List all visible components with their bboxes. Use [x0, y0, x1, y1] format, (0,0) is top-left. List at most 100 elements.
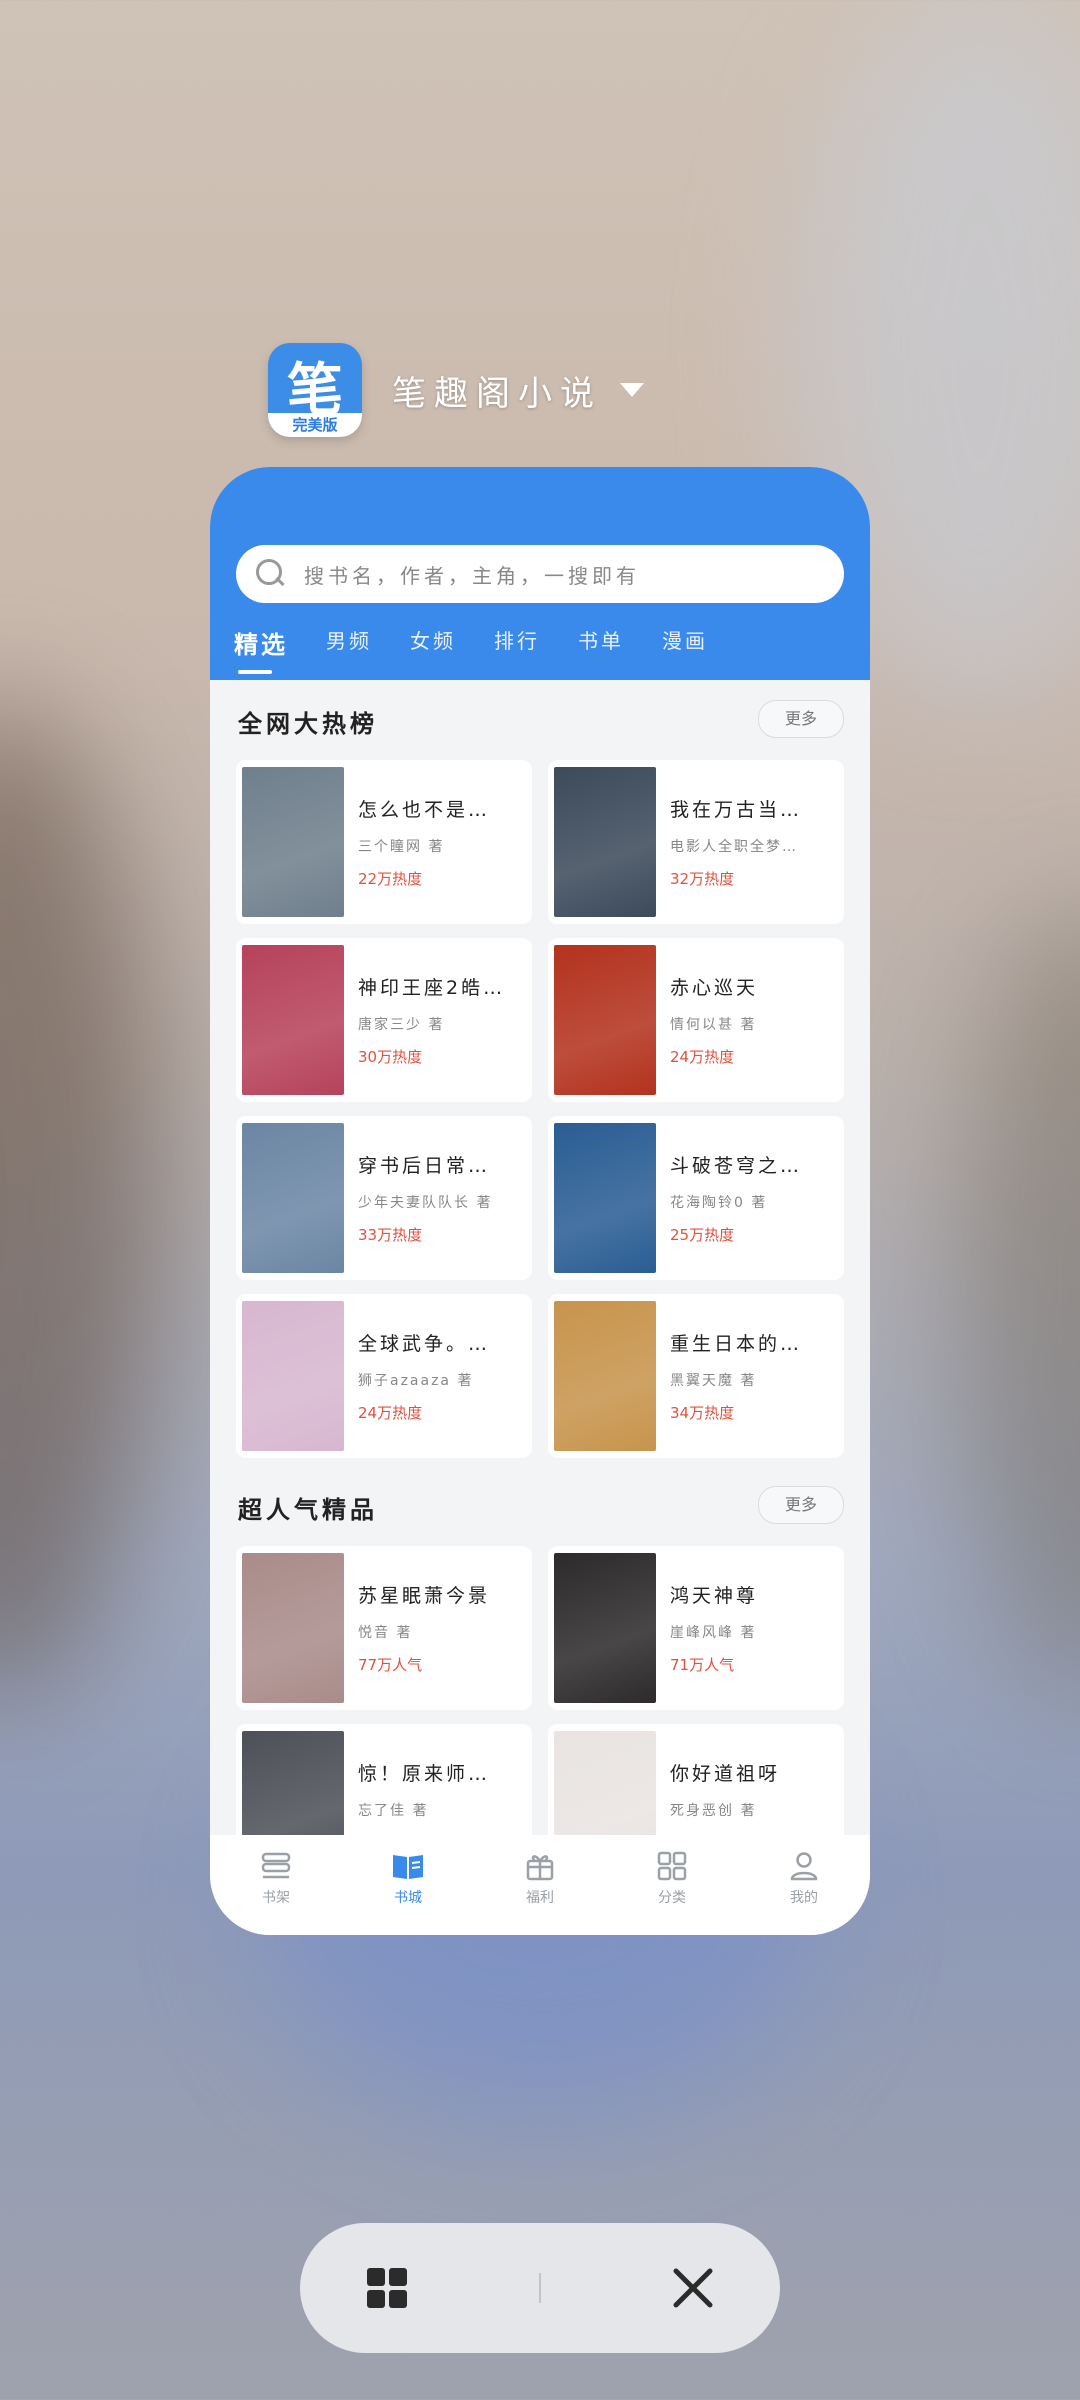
book-cover	[242, 945, 344, 1095]
book-card[interactable]: 全球武争。… 狮子azaaza 著 24万热度	[236, 1294, 532, 1458]
book-author: 电影人全职全梦…	[670, 839, 798, 855]
book-card[interactable]: 怎么也不是… 三个瞳网 著 22万热度	[236, 760, 532, 924]
book-author: 悦音 著	[358, 1625, 413, 1641]
book-grid: 怎么也不是… 三个瞳网 著 22万热度 我在万古当… 电影人全职全梦… 32万热度神印王座…	[210, 760, 870, 1458]
section-popular: 超人气精品 更多 苏星眠萧今景悦音 著 77万人气 鸿天神尊崖峰风峰 著 71万人气惊…	[210, 1466, 870, 1888]
tab-ranking[interactable]: 排行	[494, 625, 540, 660]
book-heat: 32万热度	[670, 870, 735, 888]
tab-comics[interactable]: 漫画	[662, 625, 708, 660]
book-title: 我在万古当…	[670, 799, 803, 821]
card-header: 搜书名，作者，主角，一搜即有 精选 男频 女频 排行 书单 漫画	[210, 467, 870, 680]
book-cover	[242, 1301, 344, 1451]
book-author: 狮子azaaza 著	[358, 1373, 474, 1389]
book-cover	[554, 1123, 656, 1273]
nav-label: 书架	[262, 1890, 290, 1906]
gift-icon	[526, 1855, 554, 1881]
nav-category[interactable]: 分类	[627, 1851, 717, 1907]
search-icon	[256, 559, 286, 589]
more-button[interactable]: 更多	[758, 700, 844, 738]
book-info: 鸿天神尊崖峰风峰 著 71万人气	[670, 1581, 758, 1675]
book-card[interactable]: 重生日本的… 黑翼天魔 著 34万热度	[548, 1294, 844, 1458]
app-name: 笔趣阁小说	[392, 373, 602, 414]
book-info: 穿书后日常… 少年夫妻队队长 著 33万热度	[358, 1151, 492, 1245]
book-cover	[242, 767, 344, 917]
book-heat: 77万人气	[358, 1656, 423, 1674]
dock-separator	[539, 2273, 541, 2303]
book-cover	[554, 1301, 656, 1451]
book-title: 怎么也不是…	[358, 799, 491, 821]
book-card[interactable]: 赤心巡天 情何以甚 著 24万热度	[548, 938, 844, 1102]
book-title: 斗破苍穹之…	[670, 1155, 803, 1177]
person-icon	[790, 1852, 818, 1881]
nav-bookshelf[interactable]: 书架	[231, 1851, 321, 1907]
app-header[interactable]: 笔 完美版 笔趣阁小说	[268, 340, 644, 440]
book-cover	[554, 1553, 656, 1703]
book-heat: 24万热度	[670, 1048, 735, 1066]
book-title: 你好道祖呀	[670, 1763, 781, 1785]
book-info: 赤心巡天 情何以甚 著 24万热度	[670, 973, 758, 1067]
tab-male[interactable]: 男频	[326, 625, 372, 660]
section-title: 全网大热榜	[238, 710, 378, 738]
book-heat: 24万热度	[358, 1404, 423, 1422]
book-card[interactable]: 苏星眠萧今景悦音 著 77万人气	[236, 1546, 532, 1710]
section-title: 超人气精品	[238, 1496, 378, 1524]
search-placeholder: 搜书名，作者，主角，一搜即有	[304, 563, 640, 588]
book-cover	[242, 1553, 344, 1703]
book-info: 重生日本的… 黑翼天魔 著 34万热度	[670, 1329, 802, 1423]
nav-welfare[interactable]: 福利	[495, 1851, 585, 1907]
book-card[interactable]: 穿书后日常… 少年夫妻队队长 著 33万热度	[236, 1116, 532, 1280]
nav-label: 书城	[394, 1890, 422, 1906]
book-info: 我在万古当… 电影人全职全梦… 32万热度	[670, 795, 802, 889]
tab-featured[interactable]: 精选	[234, 625, 288, 674]
multiwindow-icon[interactable]	[365, 2266, 409, 2310]
app-icon-tag: 完美版	[268, 413, 362, 437]
search-bar[interactable]: 搜书名，作者，主角，一搜即有	[236, 545, 844, 603]
book-title: 苏星眠萧今景	[358, 1585, 491, 1607]
bookshelf-icon	[261, 1852, 291, 1879]
book-cover	[554, 767, 656, 917]
nav-label: 福利	[526, 1890, 554, 1906]
book-info: 神印王座2皓… 唐家三少 著 30万热度	[358, 973, 505, 1067]
close-icon[interactable]	[671, 2266, 715, 2310]
book-card[interactable]: 鸿天神尊崖峰风峰 著 71万人气	[548, 1546, 844, 1710]
nav-label: 我的	[790, 1890, 818, 1906]
book-card[interactable]: 我在万古当… 电影人全职全梦… 32万热度	[548, 760, 844, 924]
category-tabs: 精选 男频 女频 排行 书单 漫画	[234, 625, 746, 674]
book-card[interactable]: 神印王座2皓… 唐家三少 著 30万热度	[236, 938, 532, 1102]
book-info: 怎么也不是… 三个瞳网 著 22万热度	[358, 795, 490, 889]
book-title: 惊！原来师…	[358, 1763, 491, 1785]
book-author: 崖峰风峰 著	[670, 1625, 757, 1641]
book-author: 唐家三少 著	[358, 1017, 445, 1033]
book-heat: 34万热度	[670, 1404, 735, 1422]
book-title: 重生日本的…	[670, 1333, 803, 1355]
book-title: 神印王座2皓…	[358, 977, 506, 999]
book-open-icon	[393, 1855, 423, 1879]
app-icon: 笔 完美版	[268, 343, 362, 437]
book-author: 花海陶铃0 著	[670, 1195, 768, 1211]
book-heat: 30万热度	[358, 1048, 423, 1066]
book-title: 赤心巡天	[670, 977, 759, 999]
book-author: 黑翼天魔 著	[670, 1373, 757, 1389]
book-info: 苏星眠萧今景悦音 著 77万人气	[358, 1581, 490, 1675]
book-heat: 33万热度	[358, 1226, 423, 1244]
nav-profile[interactable]: 我的	[759, 1851, 849, 1907]
app-preview-card[interactable]: 搜书名，作者，主角，一搜即有 精选 男频 女频 排行 书单 漫画 全网大热榜 更…	[210, 467, 870, 1935]
book-heat: 22万热度	[358, 870, 423, 888]
book-title: 穿书后日常…	[358, 1155, 491, 1177]
book-title: 鸿天神尊	[670, 1585, 759, 1607]
book-cover	[554, 945, 656, 1095]
nav-label: 分类	[658, 1890, 686, 1906]
book-heat: 71万人气	[670, 1656, 735, 1674]
nav-bookstore[interactable]: 书城	[363, 1851, 453, 1907]
book-info: 斗破苍穹之… 花海陶铃0 著 25万热度	[670, 1151, 802, 1245]
book-author: 死身恶创 著	[670, 1803, 757, 1819]
book-card[interactable]: 斗破苍穹之… 花海陶铃0 著 25万热度	[548, 1116, 844, 1280]
tab-female[interactable]: 女频	[410, 625, 456, 660]
book-info: 全球武争。… 狮子azaaza 著 24万热度	[358, 1329, 490, 1423]
more-button[interactable]: 更多	[758, 1486, 844, 1524]
book-title: 全球武争。…	[358, 1333, 491, 1355]
tab-booklist[interactable]: 书单	[578, 625, 624, 660]
grid-icon	[657, 1851, 687, 1881]
chevron-down-icon[interactable]	[620, 383, 644, 397]
bottom-nav: 书架 书城 福利 分类 我的	[210, 1835, 870, 1935]
